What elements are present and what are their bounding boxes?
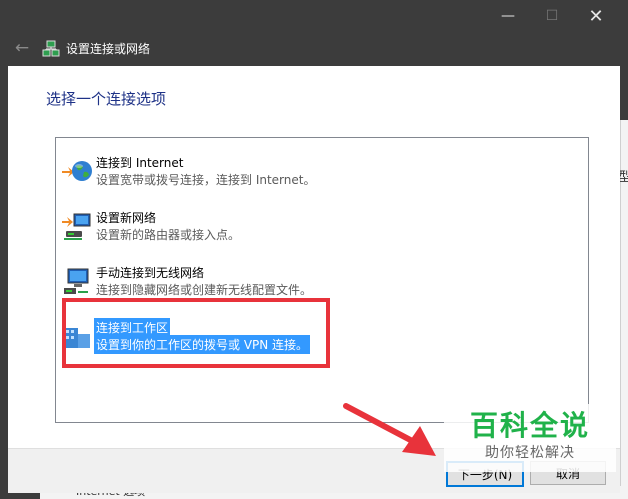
globe-icon <box>62 161 92 181</box>
option-description: 连接到隐藏网络或创建新无线配置文件。 <box>96 283 313 297</box>
address-bar: ← 设置连接或网络 <box>8 32 620 66</box>
option-title: 手动连接到无线网络 <box>96 266 205 280</box>
option-description: 设置新的路由器或接入点。 <box>96 228 241 242</box>
option-new-network[interactable]: 设置新网络 设置新的路由器或接入点。 <box>58 205 578 249</box>
red-highlight-box <box>62 298 330 368</box>
watermark: 百科全说 助你轻松解决 <box>444 404 616 472</box>
watermark-title: 百科全说 <box>469 409 590 442</box>
network-setup-icon <box>42 40 60 57</box>
maximize-button[interactable]: ☐ <box>530 0 574 32</box>
option-description: 设置宽带或拨号连接，连接到 Internet。 <box>96 173 316 187</box>
watermark-subtitle: 助你轻松解决 <box>485 445 575 461</box>
option-connect-internet[interactable]: 连接到 Internet 设置宽带或拨号连接，连接到 Internet。 <box>58 150 578 194</box>
option-title: 设置新网络 <box>96 211 157 225</box>
dialog-title: 设置连接或网络 <box>66 42 151 56</box>
connection-options-list: 连接到 Internet 设置宽带或拨号连接，连接到 Internet。 设置新… <box>55 137 589 423</box>
title-bar: — ☐ ✕ <box>8 0 620 32</box>
close-button[interactable]: ✕ <box>574 0 618 32</box>
option-title: 连接到 Internet <box>96 156 184 170</box>
minimize-button[interactable]: — <box>486 0 530 32</box>
back-arrow-icon[interactable]: ← <box>12 38 32 58</box>
page-heading: 选择一个连接选项 <box>46 90 167 108</box>
red-arrow-annotation <box>343 403 436 456</box>
router-icon <box>62 213 91 240</box>
wireless-icon <box>64 268 89 294</box>
